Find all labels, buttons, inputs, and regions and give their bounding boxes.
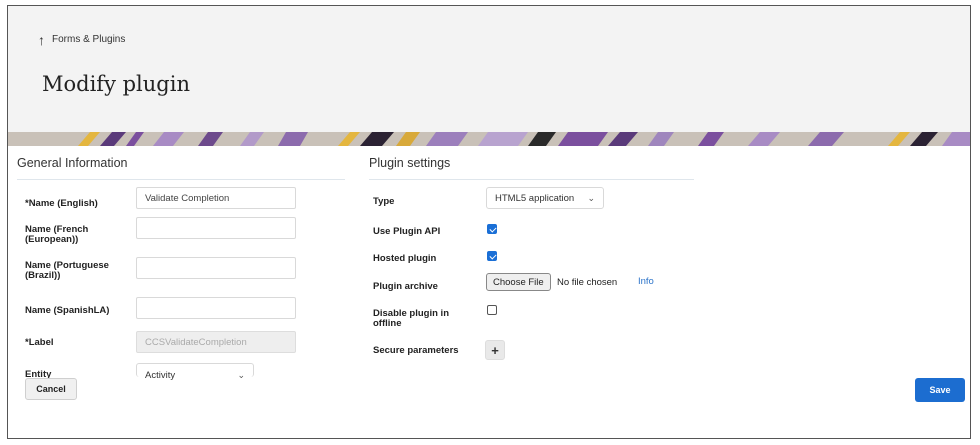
hosted-plugin-checkbox[interactable]	[487, 251, 497, 261]
general-section-title: General Information	[17, 156, 128, 170]
name-french-input[interactable]	[136, 217, 296, 239]
plugin-archive-label: Plugin archive	[373, 281, 438, 292]
disable-offline-label: Disable plugin in offline	[373, 308, 450, 329]
app-window: ↑ Forms & Plugins Modify plugin General …	[7, 5, 971, 439]
page-title: Modify plugin	[42, 72, 190, 96]
field-label-name-spanish: Name (SpanishLA)	[25, 305, 110, 316]
plugin-section-divider	[369, 179, 694, 180]
field-label-label: *Label	[25, 337, 54, 348]
page-header: ↑ Forms & Plugins Modify plugin	[8, 6, 970, 132]
field-label-name-french: Name (French (European))	[25, 224, 89, 245]
plus-icon: +	[491, 342, 499, 358]
entity-select-value: Activity	[145, 370, 176, 381]
entity-select[interactable]: Activity ⌄	[136, 363, 254, 381]
name-spanish-input[interactable]	[136, 297, 296, 319]
choose-file-button[interactable]: Choose File	[486, 273, 551, 291]
name-portuguese-input[interactable]	[136, 257, 296, 279]
plugin-section-title: Plugin settings	[369, 156, 451, 170]
banner-pattern	[8, 132, 970, 146]
name-english-input[interactable]	[136, 187, 296, 209]
chevron-down-icon: ⌄	[237, 370, 245, 380]
disable-offline-checkbox[interactable]	[487, 305, 497, 315]
save-button[interactable]: Save	[915, 378, 965, 402]
general-section-divider	[17, 179, 345, 180]
decorative-banner	[8, 132, 970, 146]
info-link[interactable]: Info	[638, 276, 654, 287]
up-arrow-icon[interactable]: ↑	[38, 33, 45, 47]
field-label-name-english: *Name (English)	[25, 198, 98, 209]
hosted-plugin-label: Hosted plugin	[373, 253, 437, 264]
add-secure-parameter-button[interactable]: +	[485, 340, 505, 360]
breadcrumb-link[interactable]: Forms & Plugins	[52, 34, 125, 45]
secure-parameters-label: Secure parameters	[373, 345, 459, 356]
type-select[interactable]: HTML5 application ⌄	[486, 187, 604, 209]
cancel-button[interactable]: Cancel	[25, 378, 77, 400]
chevron-down-icon: ⌄	[587, 192, 595, 203]
use-plugin-api-label: Use Plugin API	[373, 226, 441, 237]
breadcrumb[interactable]: ↑ Forms & Plugins	[38, 33, 125, 47]
use-plugin-api-checkbox[interactable]	[487, 224, 497, 234]
type-label: Type	[373, 196, 395, 207]
file-status-text: No file chosen	[557, 277, 618, 288]
type-select-value: HTML5 application	[495, 192, 575, 204]
label-input	[136, 331, 296, 353]
field-label-name-portuguese: Name (Portuguese (Brazil))	[25, 260, 109, 281]
